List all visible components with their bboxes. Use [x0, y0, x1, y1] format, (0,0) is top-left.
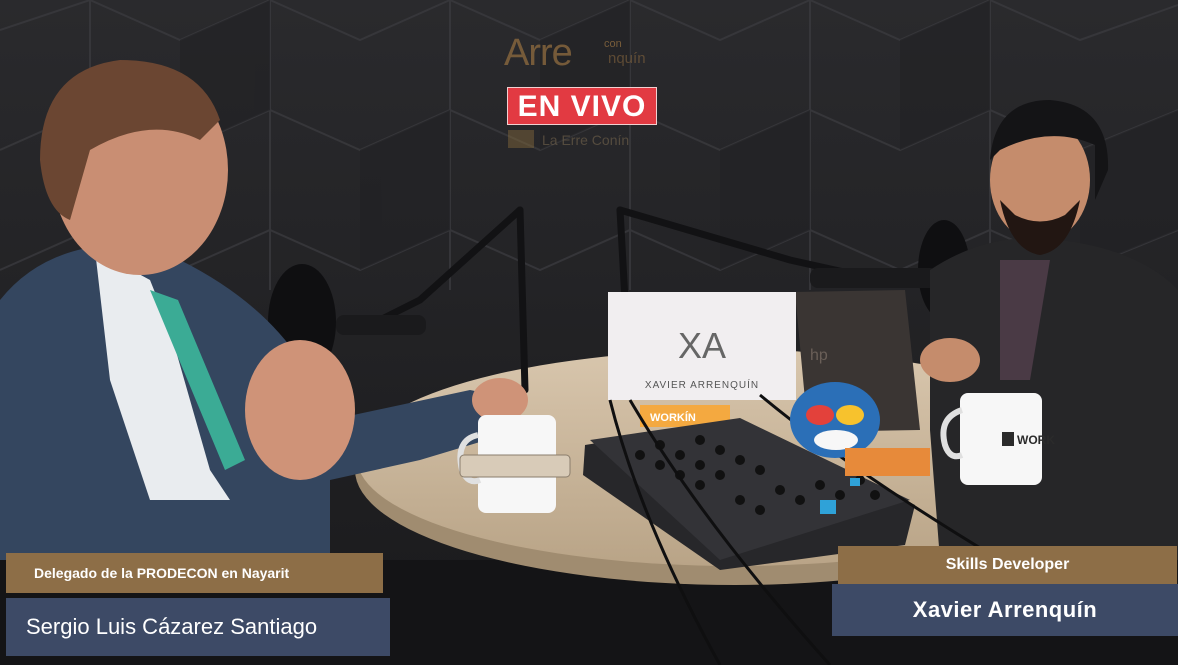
live-badge: EN VIVO: [507, 87, 657, 125]
sub-logo-text: La Erre Conín: [542, 132, 630, 148]
sign-strip-text: WORKÍN: [650, 411, 696, 424]
brand-mark-icon: [508, 130, 534, 148]
sign-name: XAVIER ARRENQUÍN: [645, 378, 759, 391]
sub-logo: La Erre Conín: [508, 130, 668, 152]
mic-right: [810, 268, 938, 288]
phone: [459, 454, 571, 478]
svg-text:hp: hp: [810, 347, 828, 364]
show-logo: Arre con nquín: [500, 32, 670, 77]
video-frame: hp XA XAVIER ARRENQUÍN WORKÍN WORK Arre …: [0, 0, 1178, 665]
guest-left-title: Delegado de la PRODECON en Nayarit: [6, 553, 383, 593]
logo-main-text: Arre: [504, 32, 573, 74]
logo-rest-text: nquín: [608, 50, 646, 67]
host-right-name: Xavier Arrenquín: [832, 584, 1178, 636]
guest-left-name: Sergio Luis Cázarez Santiago: [6, 598, 390, 656]
mug-right-text: WORK: [1017, 433, 1055, 447]
guest-left-hand: [245, 340, 355, 480]
host-right-title: Skills Developer: [838, 546, 1177, 584]
logo-con-text: con: [604, 38, 622, 50]
sign-monogram: XA: [678, 325, 726, 366]
mic-left: [336, 315, 426, 335]
